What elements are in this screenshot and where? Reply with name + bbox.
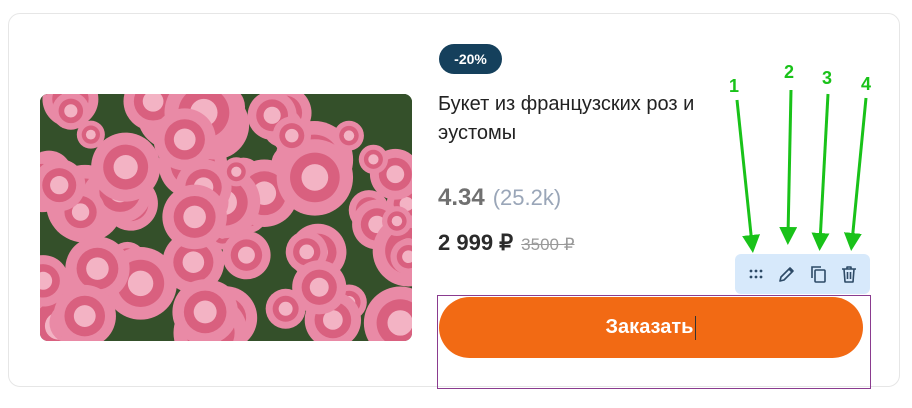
annotation-label-1: 1 [729, 76, 740, 96]
annotation-label-4: 4 [861, 74, 872, 94]
trash-icon[interactable] [837, 262, 861, 286]
order-button-label: Заказать [605, 316, 694, 338]
annotation-label-2: 2 [784, 62, 795, 82]
text-cursor [695, 315, 697, 340]
price-row: 2 999 ₽ 3500 ₽ [438, 230, 575, 256]
block-toolbar [735, 254, 870, 294]
old-price: 3500 ₽ [521, 235, 575, 254]
copy-icon[interactable] [806, 262, 830, 286]
rating-value: 4.34 [438, 184, 485, 211]
discount-badge: -20% [439, 44, 502, 74]
rating-count: (25.2k) [492, 185, 562, 210]
order-button[interactable]: Заказать [439, 297, 863, 358]
product-title: Букет из французских роз и эустомы [438, 93, 695, 144]
drag-handle-icon[interactable] [744, 262, 768, 286]
annotation-label-3: 3 [822, 68, 833, 88]
current-price: 2 999 ₽ [438, 230, 514, 255]
product-image [40, 94, 412, 341]
rating-row: 4.34 (25.2k) [438, 184, 561, 212]
pencil-icon[interactable] [775, 262, 799, 286]
